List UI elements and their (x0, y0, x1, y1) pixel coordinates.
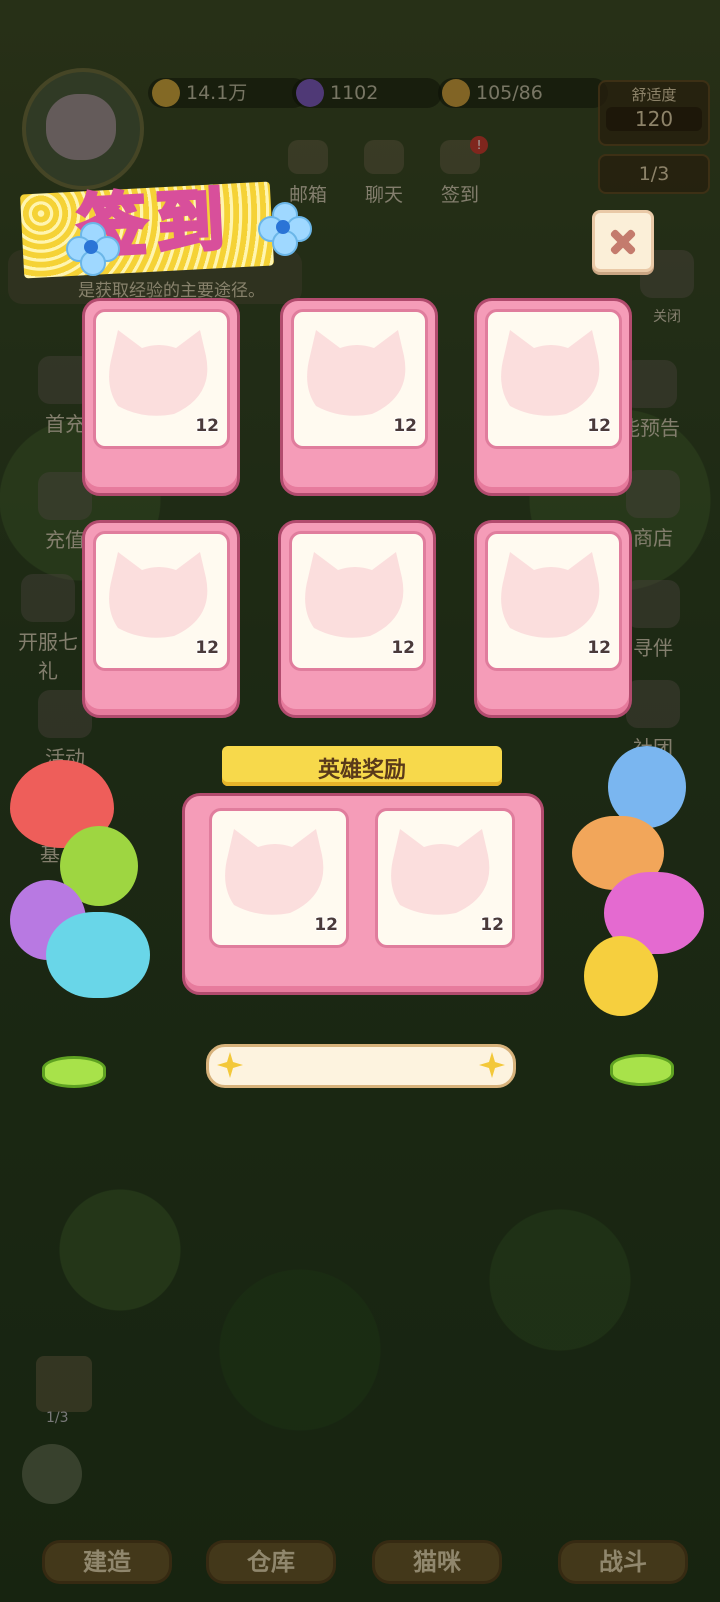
reward-slot: 12 (93, 309, 230, 449)
reward-slot: 12 (485, 309, 622, 449)
checkin-day-card[interactable]: 12 (82, 520, 240, 718)
checkin-day-card[interactable]: 12 (474, 520, 632, 718)
reward-count: 12 (314, 915, 338, 935)
checkin-day-card[interactable]: 12 (278, 520, 436, 718)
cat-silhouette-icon (109, 330, 208, 416)
heart-balloon-blue (46, 912, 150, 998)
reward-count: 12 (393, 416, 417, 436)
checkin-day-card[interactable]: 12 (474, 298, 632, 496)
sparkle-icon (479, 1052, 505, 1078)
cat-silhouette-icon (307, 330, 406, 416)
balloon-stand (42, 1056, 106, 1088)
hero-reward-label: 英雄奖励 (317, 758, 406, 783)
balloon-stand (610, 1054, 674, 1086)
reward-slot: 12 (289, 531, 426, 671)
sparkle-icon (217, 1052, 243, 1078)
checkin-day-card[interactable]: 12 (82, 298, 240, 496)
cat-silhouette-icon (501, 552, 600, 638)
hero-reward-slot[interactable]: 12 (209, 808, 349, 948)
hero-reward-ribbon: 英雄奖励 (222, 746, 502, 786)
reward-count: 12 (195, 416, 219, 436)
reward-count: 12 (587, 416, 611, 436)
close-button[interactable] (592, 210, 654, 272)
reward-count: 12 (480, 915, 504, 935)
checkin-progress-bar (206, 1044, 516, 1088)
reward-slot: 12 (291, 309, 428, 449)
reward-count: 12 (587, 638, 611, 658)
cat-silhouette-icon (501, 330, 600, 416)
reward-count: 12 (391, 638, 415, 658)
reward-slot: 12 (93, 531, 230, 671)
cat-silhouette-icon (391, 829, 490, 915)
checkin-day-card[interactable]: 12 (280, 298, 438, 496)
hero-reward-panel[interactable]: 12 12 (182, 793, 544, 995)
flower-icon (66, 222, 120, 276)
flower-icon (258, 202, 312, 256)
reward-count: 12 (195, 638, 219, 658)
cat-silhouette-icon (225, 829, 324, 915)
cat-silhouette-icon (305, 552, 404, 638)
hero-reward-slot[interactable]: 12 (375, 808, 515, 948)
cat-silhouette-icon (109, 552, 208, 638)
balloon-yellow (584, 936, 658, 1016)
reward-slot: 12 (485, 531, 622, 671)
